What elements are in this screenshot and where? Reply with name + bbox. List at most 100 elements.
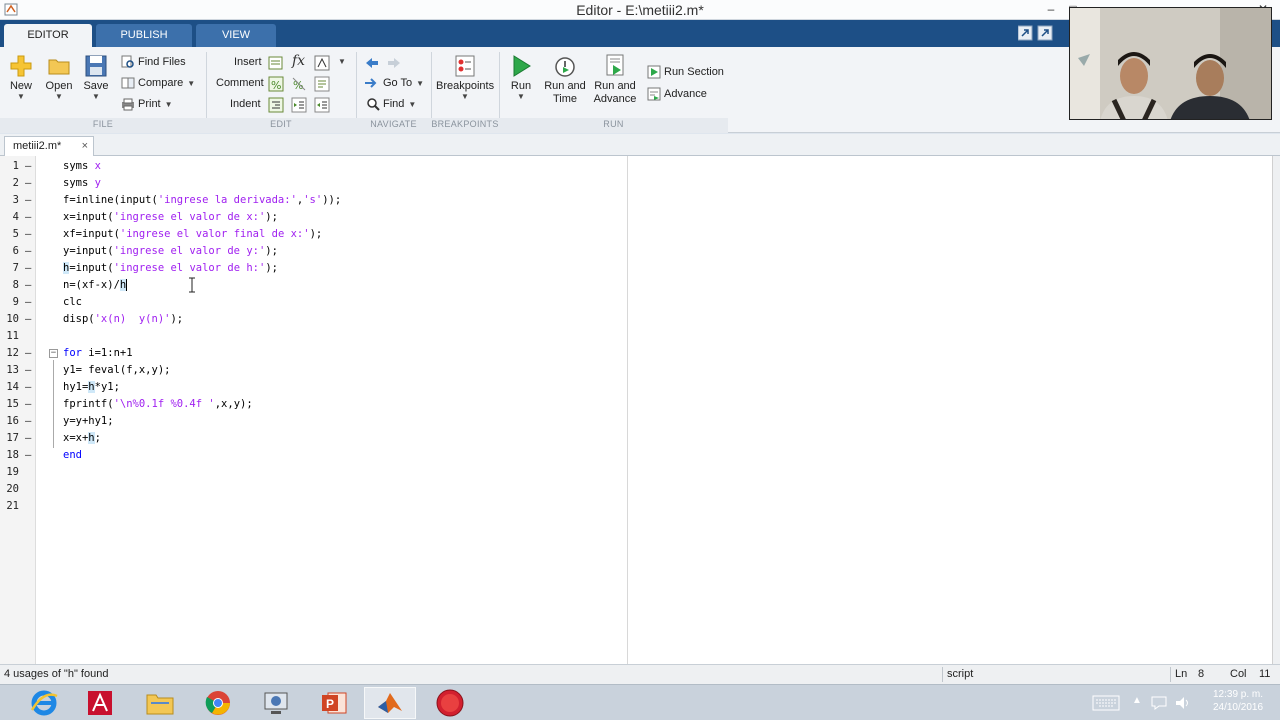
insert-section-icon[interactable]: [268, 55, 284, 71]
taskbar-network-app[interactable]: [250, 687, 302, 719]
keyboard-icon[interactable]: [1092, 695, 1120, 711]
breakpoint-marker[interactable]: –: [25, 192, 31, 209]
save-button[interactable]: Save ▼: [82, 54, 110, 101]
taskbar-powerpoint[interactable]: P: [308, 687, 360, 719]
run-section-button[interactable]: Run Section: [647, 63, 724, 81]
indent-left-icon[interactable]: [314, 97, 330, 113]
code-line[interactable]: 6– y=input('ingrese el valor de y:');: [0, 243, 1272, 260]
taskbar-recorder[interactable]: [424, 687, 476, 719]
code-line[interactable]: 7– h=input('ingrese el valor de h:');: [0, 260, 1272, 277]
show-hidden-icons-icon[interactable]: ▲: [1132, 695, 1142, 720]
code-line[interactable]: 15– fprintf('\n%0.1f %0.4f ',x,y);: [0, 396, 1272, 413]
minimize-button[interactable]: –: [1040, 2, 1062, 16]
code-line[interactable]: 17– x=x+h;: [0, 430, 1272, 447]
run-button[interactable]: Run ▼: [506, 54, 536, 101]
tab-publish[interactable]: PUBLISH: [96, 24, 192, 47]
chevron-down-icon[interactable]: ▼: [338, 57, 346, 66]
breakpoint-marker[interactable]: –: [25, 447, 31, 464]
quick-access-toolbar[interactable]: [1018, 25, 1066, 41]
code-line[interactable]: 20: [0, 481, 1272, 498]
insert-function-icon[interactable]: [314, 55, 330, 71]
breakpoint-marker[interactable]: –: [25, 175, 31, 192]
breakpoints-button[interactable]: Breakpoints ▼: [436, 54, 494, 101]
breakpoint-marker[interactable]: –: [25, 396, 31, 413]
code-editor[interactable]: 1– syms x 2– syms y 3– f=inline(input('ingres…: [0, 156, 1272, 664]
code-line[interactable]: 1– syms x: [0, 158, 1272, 175]
vertical-scrollbar[interactable]: [1272, 156, 1280, 664]
taskbar-chrome[interactable]: [192, 687, 244, 719]
breakpoint-marker[interactable]: –: [25, 209, 31, 226]
code-line[interactable]: 3– f=inline(input('ingrese la derivada:',…: [0, 192, 1272, 209]
volume-icon[interactable]: [1174, 695, 1192, 711]
find-files-button[interactable]: Find Files: [121, 53, 186, 71]
indent-label: Indent: [230, 98, 261, 110]
find-label: Find: [383, 98, 405, 110]
section-label-file: FILE: [92, 119, 114, 129]
print-button[interactable]: Print ▼: [121, 95, 173, 113]
taskbar-matlab[interactable]: [364, 687, 416, 719]
close-tab-icon[interactable]: ×: [82, 137, 88, 155]
taskbar-acrobat[interactable]: [74, 687, 126, 719]
code-line[interactable]: 9– clc: [0, 294, 1272, 311]
code-line[interactable]: 2– syms y: [0, 175, 1272, 192]
indent-button[interactable]: Indent: [230, 95, 261, 113]
breakpoint-marker[interactable]: –: [25, 243, 31, 260]
percent-comment-icon[interactable]: %: [268, 76, 284, 92]
action-center-icon[interactable]: [1150, 695, 1168, 711]
line-number: 14: [6, 381, 19, 393]
code-line[interactable]: 4– x=input('ingrese el valor de x:');: [0, 209, 1272, 226]
breakpoint-marker[interactable]: –: [25, 226, 31, 243]
code-line[interactable]: 18– end: [0, 447, 1272, 464]
code-line[interactable]: 14– hy1=h*y1;: [0, 379, 1272, 396]
uncomment-icon[interactable]: %: [291, 76, 307, 92]
breakpoint-marker[interactable]: –: [25, 362, 31, 379]
code-line[interactable]: 5– xf=input('ingrese el valor final de x:…: [0, 226, 1272, 243]
breakpoint-marker[interactable]: –: [25, 294, 31, 311]
code-line[interactable]: 11: [0, 328, 1272, 345]
system-clock[interactable]: 12:39 p. m. 24/10/2016: [1200, 688, 1276, 720]
line-number: 6: [12, 245, 19, 257]
find-button[interactable]: Find ▼: [366, 95, 416, 113]
code-token: y1= feval(f,x,y);: [63, 364, 171, 376]
compare-button[interactable]: Compare ▼: [121, 74, 195, 92]
breakpoint-marker[interactable]: –: [25, 311, 31, 328]
code-line[interactable]: 19: [0, 464, 1272, 481]
fx-icon[interactable]: fx: [292, 53, 305, 69]
back-arrow-icon[interactable]: [364, 55, 380, 71]
goto-button[interactable]: Go To ▼: [364, 74, 424, 92]
code-line[interactable]: 16– y=y+hy1;: [0, 413, 1272, 430]
breakpoint-marker[interactable]: –: [25, 413, 31, 430]
advance-button[interactable]: Advance: [647, 85, 707, 103]
code-line[interactable]: 13– y1= feval(f,x,y);: [0, 362, 1272, 379]
code-token: i=1:n+1: [81, 347, 133, 359]
breakpoint-marker[interactable]: –: [25, 260, 31, 277]
run-and-advance-button[interactable]: Run and Advance: [592, 54, 638, 106]
column-value: 11: [1259, 668, 1271, 680]
indent-right-icon[interactable]: [291, 97, 307, 113]
run-and-time-button[interactable]: Run and Time: [542, 54, 588, 106]
breakpoint-marker[interactable]: –: [25, 158, 31, 175]
save-label: Save: [83, 80, 109, 92]
code-line[interactable]: 21: [0, 498, 1272, 515]
run-and-advance-label-2: Advance: [593, 93, 637, 105]
breakpoint-marker[interactable]: –: [25, 345, 31, 362]
forward-arrow-icon[interactable]: [386, 55, 402, 71]
wrap-comments-icon[interactable]: [314, 76, 330, 92]
insert-button[interactable]: Insert: [234, 53, 262, 71]
breakpoint-marker[interactable]: –: [25, 277, 31, 294]
line-number: 5: [12, 228, 19, 240]
tab-view[interactable]: VIEW: [196, 24, 276, 47]
file-tab-metiii2[interactable]: metiii2.m* ×: [4, 136, 94, 156]
new-button[interactable]: New ▼: [6, 54, 36, 101]
breakpoint-marker[interactable]: –: [25, 379, 31, 396]
code-line[interactable]: 10– disp('x(n) y(n)');: [0, 311, 1272, 328]
fold-toggle-icon[interactable]: −: [49, 349, 58, 358]
taskbar-internet-explorer[interactable]: [18, 687, 70, 719]
taskbar-file-explorer[interactable]: [134, 687, 186, 719]
comment-button[interactable]: Comment: [216, 74, 264, 92]
tab-editor[interactable]: EDITOR: [4, 24, 92, 47]
open-button[interactable]: Open ▼: [44, 54, 74, 101]
smart-indent-icon[interactable]: [268, 97, 284, 113]
breakpoint-marker[interactable]: –: [25, 430, 31, 447]
code-line[interactable]: 12– − for i=1:n+1: [0, 345, 1272, 362]
